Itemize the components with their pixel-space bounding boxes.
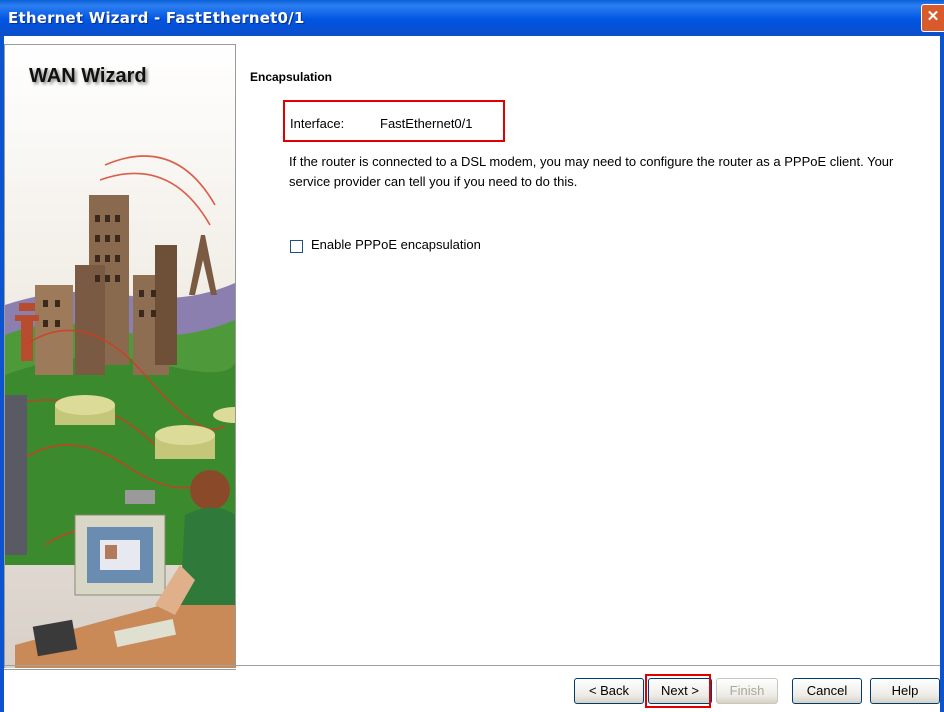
close-icon: ✕ <box>926 8 940 25</box>
wizard-button-row: < Back Next > Finish Cancel Help <box>4 676 940 712</box>
wizard-side-title: WAN Wizard <box>29 65 147 87</box>
wizard-side-panel: WAN Wizard <box>4 44 236 670</box>
pppoe-checkbox[interactable] <box>290 240 303 253</box>
section-title: Encapsulation <box>250 70 333 84</box>
interface-value: FastEthernet0/1 <box>380 116 473 131</box>
city-network-illustration <box>5 45 235 669</box>
close-button[interactable]: ✕ <box>921 4 944 32</box>
window-title: Ethernet Wizard - FastEthernet0/1 <box>8 9 305 27</box>
help-button[interactable]: Help <box>870 678 940 704</box>
wizard-client-area: WAN Wizard Encapsulation Interface: Fast… <box>4 36 940 712</box>
window-frame-right <box>940 36 944 712</box>
finish-button[interactable]: Finish <box>716 678 778 704</box>
next-highlight-box <box>645 674 711 708</box>
pppoe-description: If the router is connected to a DSL mode… <box>289 154 894 189</box>
cancel-button[interactable]: Cancel <box>792 678 862 704</box>
title-bar[interactable]: Ethernet Wizard - FastEthernet0/1 ✕ <box>0 0 944 36</box>
button-divider <box>4 665 940 669</box>
interface-label: Interface: <box>290 116 345 131</box>
ethernet-wizard-window: Ethernet Wizard - FastEthernet0/1 ✕ WAN … <box>0 0 944 712</box>
pppoe-checkbox-label[interactable]: Enable PPPoE encapsulation <box>311 237 481 252</box>
back-button[interactable]: < Back <box>574 678 644 704</box>
wizard-content: Encapsulation Interface: FastEthernet0/1… <box>248 36 938 666</box>
